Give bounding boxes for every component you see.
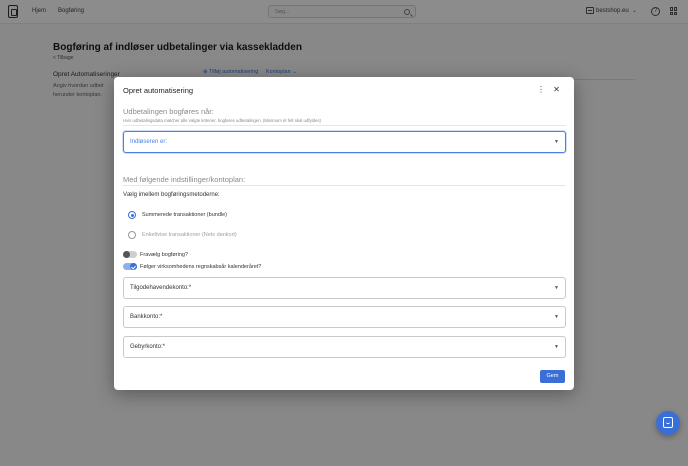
radio-individual-label[interactable]: Enkeltvise transaktioner (Nets dankort) <box>142 232 237 238</box>
booking-method-label: Vælg imellem bogføringsmetoderne: <box>123 192 220 198</box>
opt-out-toggle[interactable] <box>123 251 137 258</box>
caret-down-icon: ▼ <box>554 139 559 145</box>
fiscal-year-toggle[interactable] <box>123 263 137 270</box>
radio-individual[interactable] <box>128 231 136 239</box>
close-icon[interactable]: ✕ <box>552 85 561 95</box>
caret-down-icon: ▼ <box>554 344 559 350</box>
radio-bundle-label[interactable]: Summerede transaktioner (bundle) <box>142 212 227 218</box>
support-chat-button[interactable] <box>656 411 680 435</box>
dialog-title: Opret automatisering <box>123 86 194 95</box>
save-button[interactable]: Gem <box>540 370 565 383</box>
caret-down-icon: ▼ <box>554 314 559 320</box>
issuer-select[interactable]: Indløseren er: ▼ <box>123 131 566 153</box>
settings-section-title: Med følgende indstillinger/kontoplan: <box>123 175 246 184</box>
issuer-select-label: Indløseren er: <box>130 139 168 145</box>
receivable-account-select[interactable]: Tilgodehavendekonto:* ▼ <box>123 277 566 299</box>
bank-account-label: Bankkonto:* <box>130 314 163 320</box>
toggle-knob <box>123 251 130 258</box>
chat-icon <box>663 417 673 428</box>
criteria-section-hint: Hvis udbetalingsdata matcher alle valgte… <box>123 118 321 123</box>
fee-account-select[interactable]: Gebyrkonto:* ▼ <box>123 336 566 358</box>
checkmark-icon <box>130 263 137 270</box>
radio-bundle[interactable] <box>128 211 136 219</box>
create-automation-dialog: Opret automatisering ⋮ ✕ Udbetalingen bo… <box>114 77 574 390</box>
opt-out-toggle-label: Fravælg bogføring? <box>140 251 188 258</box>
receivable-account-label: Tilgodehavendekonto:* <box>130 285 192 291</box>
more-options-icon[interactable]: ⋮ <box>537 85 545 95</box>
divider <box>123 125 566 126</box>
fiscal-year-toggle-label: Følger virksomhedens regnskabsår kalende… <box>140 263 262 270</box>
fee-account-label: Gebyrkonto:* <box>130 344 166 350</box>
criteria-section-title: Udbetalingen bogføres når: <box>123 107 214 116</box>
caret-down-icon: ▼ <box>554 285 559 291</box>
bank-account-select[interactable]: Bankkonto:* ▼ <box>123 306 566 328</box>
divider <box>123 185 566 186</box>
